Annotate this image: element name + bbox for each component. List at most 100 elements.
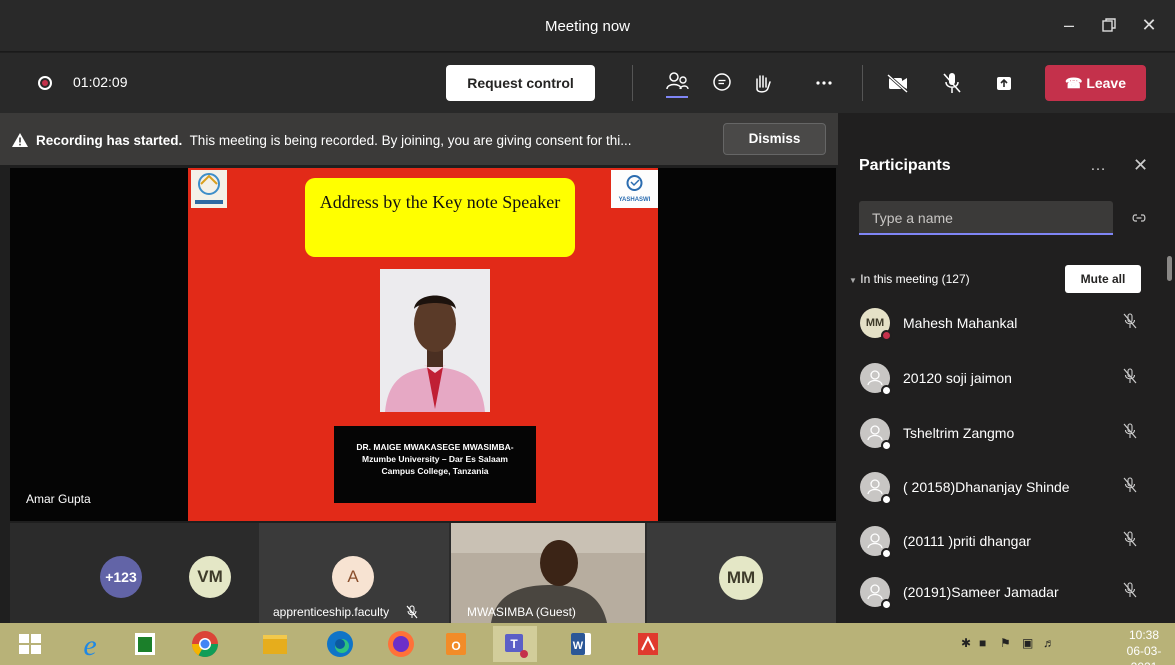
svg-text:O: O [451,639,460,653]
svg-text:e: e [83,629,96,662]
window-title: Meeting now [544,18,631,35]
presence-offline-icon [881,440,892,451]
mic-off-icon[interactable] [936,67,968,99]
clock-time: 10:38 [1128,628,1160,642]
firefox-icon[interactable] [379,626,423,662]
edge-icon[interactable] [318,626,362,662]
recording-icon [38,76,52,90]
display-icon[interactable]: ▣ [1022,636,1033,650]
caption-line: DR. MAIGE MWAKASEGE MWASIMBA- [356,442,514,452]
mute-all-button[interactable]: Mute all [1065,265,1141,293]
panel-scrollbar[interactable] [1167,256,1172,281]
presenter-name: Amar Gupta [26,492,91,506]
svg-text:T: T [510,637,518,651]
yashaswi-logo-text: YASHASWI [618,197,651,203]
participant-row[interactable]: Tsheltrim Zangmo [838,407,1167,457]
recording-notice: Recording has started. This meeting is b… [36,133,632,148]
windows-taskbar: e O T W ✱ ■ ⚑ ▣ ♬ 10:38 06-03- [0,623,1175,665]
close-window-icon[interactable]: ✕ [1132,10,1166,40]
clock-date: 06-03-2021 [1126,644,1162,665]
participants-toggle-icon[interactable] [661,67,693,99]
acrobat-icon[interactable] [626,626,670,662]
participant-name: ( 20158)Dhananjay Shinde [903,479,1070,495]
mic-off-icon[interactable] [1121,476,1139,494]
participant-tile[interactable]: MM [647,523,836,623]
leave-label: Leave [1086,75,1127,91]
participant-row[interactable]: (20191)Sameer Jamadar [838,566,1167,616]
dismiss-button[interactable]: Dismiss [723,123,826,155]
recording-notice-text: This meeting is being recorded. By joini… [189,133,632,148]
panel-title: Participants [859,157,951,174]
leave-button[interactable]: ☎ Leave [1045,65,1146,101]
mic-off-icon[interactable] [1121,530,1139,548]
mic-off-icon[interactable] [1121,581,1139,599]
participant-tiles: +123 VM A apprenticeship.faculty MWASIMB… [10,523,836,623]
participants-panel: Participants … ✕ Type a name ▼ In this m… [838,113,1175,623]
participant-name: Mahesh Mahankal [903,315,1018,331]
chat-icon[interactable] [706,67,738,99]
participant-avatar-mm: MM [719,556,763,600]
volume-icon[interactable]: ♬ [1043,636,1055,650]
taskbar-clock[interactable]: 10:38 06-03-2021 [1115,627,1173,665]
participant-row[interactable]: (20111 )priti dhangar [838,515,1167,565]
participant-video-tile[interactable]: MWASIMBA (Guest) [451,523,645,623]
divider [862,65,863,101]
recording-banner: Recording has started. This meeting is b… [0,113,838,165]
request-control-button[interactable]: Request control [446,65,595,101]
title-bar: Meeting now – ✕ [0,0,1175,52]
collapse-caret-icon: ▼ [849,276,857,285]
slide-title: Address by the Key note Speaker [305,178,575,257]
speaker-portrait [380,269,490,412]
participant-avatar-vm[interactable]: VM [189,556,231,598]
meeting-timer: 01:02:09 [73,74,128,90]
internet-explorer-icon[interactable]: e [68,626,112,662]
divider [632,65,633,101]
network-error-icon[interactable]: ⚑ [1000,636,1011,650]
minimize-icon[interactable]: – [1052,10,1086,40]
warning-icon [12,133,28,147]
svg-text:W: W [573,640,584,652]
more-options-icon[interactable]: … [1090,157,1106,175]
participant-tile-name: apprenticeship.faculty [273,605,390,619]
participant-name: 20120 soji jaimon [903,370,1012,386]
institute-logo [191,170,227,208]
restore-icon[interactable] [1092,10,1126,40]
participant-row[interactable]: MM Mahesh Mahankal [838,297,1167,347]
overflow-participants-button[interactable]: +123 [100,556,142,598]
recording-notice-title: Recording has started. [36,133,183,148]
raise-hand-icon[interactable] [746,67,778,99]
mic-off-icon[interactable] [1121,367,1139,385]
participant-name: (20111 )priti dhangar [903,533,1031,549]
teams-meeting-window: Meeting now – ✕ 01:02:09 Request control [0,0,1175,665]
participant-avatar-a: A [332,556,374,598]
participant-row[interactable]: ( 20158)Dhananjay Shinde [838,461,1167,511]
search-participants-input[interactable]: Type a name [859,201,1113,235]
close-panel-icon[interactable]: ✕ [1133,155,1148,176]
speaker-caption: DR. MAIGE MWAKASEGE MWASIMBA- Mzumbe Uni… [334,426,536,503]
main-video-stage: YASHASWI Address by the Key note Speaker… [10,168,836,521]
teams-icon[interactable]: T [493,626,537,662]
section-label: In this meeting (127) [860,272,970,286]
presence-offline-icon [881,548,892,559]
chrome-icon[interactable] [183,626,227,662]
file-explorer-icon[interactable] [253,626,297,662]
caption-line: Campus College, Tanzania [381,466,489,476]
mic-off-icon[interactable] [1121,422,1139,440]
in-meeting-section[interactable]: ▼ In this meeting (127) [849,272,970,286]
meeting-controls-bar: 01:02:09 Request control ☎ Leave [0,53,1175,113]
more-actions-icon[interactable] [808,67,840,99]
word-icon[interactable]: W [559,626,603,662]
store-icon[interactable] [123,626,167,662]
share-invite-link-icon[interactable] [1131,210,1147,226]
participant-tile-name: MWASIMBA (Guest) [467,605,576,619]
bluetooth-icon[interactable]: ✱ [961,636,971,650]
teams-tray-icon[interactable]: ■ [979,636,986,650]
mic-off-icon[interactable] [1121,312,1139,330]
participant-tile[interactable]: A apprenticeship.faculty [259,523,449,623]
caption-line: Mzumbe University – Dar Es Salaam [362,454,508,464]
outlook-icon[interactable]: O [434,626,478,662]
windows-start-icon[interactable] [8,626,52,662]
share-screen-icon[interactable] [988,67,1020,99]
camera-off-icon[interactable] [882,67,914,99]
participant-row[interactable]: 20120 soji jaimon [838,352,1167,402]
